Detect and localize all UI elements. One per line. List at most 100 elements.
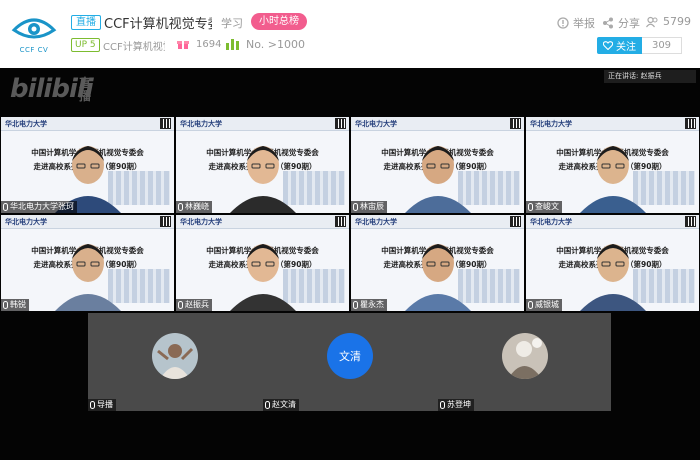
- qr-code-icon: [335, 216, 346, 227]
- gift-icon: [177, 41, 189, 49]
- slide-header: 华北电力大学: [1, 117, 174, 131]
- university-name: 华北电力大学: [355, 120, 397, 128]
- share-label: 分享: [618, 17, 640, 30]
- participant-nametag: 导播: [88, 399, 116, 411]
- participant-name: 林宙辰: [360, 202, 384, 211]
- viewer-count-value: 5799: [663, 15, 691, 28]
- slide-header: 华北电力大学: [176, 215, 349, 229]
- participant-nametag: 林巍峣: [176, 201, 212, 213]
- slide-header: 华北电力大学: [351, 117, 524, 131]
- participant-video-icon: [579, 244, 646, 311]
- university-name: 华北电力大学: [530, 218, 572, 226]
- participant-tile[interactable]: 华北电力大学中国计算机学会计算机视觉专委会走进高校系列报告会（第90期）林宙辰: [351, 117, 524, 213]
- participant-video-icon: [229, 146, 296, 213]
- participant-video-icon: [579, 146, 646, 213]
- university-name: 华北电力大学: [5, 218, 47, 226]
- share-icon: [603, 17, 613, 29]
- rank-bars-icon: [226, 39, 239, 50]
- mic-icon: [265, 401, 270, 409]
- participant-name: 苏登坤: [447, 400, 471, 409]
- mic-icon: [528, 203, 533, 211]
- slide-header: 华北电力大学: [176, 117, 349, 131]
- warning-icon: [557, 17, 569, 29]
- slide-header: 华北电力大学: [526, 215, 699, 229]
- participant-tile[interactable]: 华北电力大学中国计算机学会计算机视觉专委会走进高校系列报告会（第90期）查峻文: [526, 117, 699, 213]
- avatar: [502, 333, 548, 379]
- participant-nametag: 华北电力大学张珂: [1, 201, 77, 213]
- university-name: 华北电力大学: [5, 120, 47, 128]
- participant-tile[interactable]: 苏登坤: [438, 313, 611, 411]
- participant-tile[interactable]: 华北电力大学中国计算机学会计算机视觉专委会走进高校系列报告会（第90期）威银城: [526, 215, 699, 311]
- participant-video-icon: [54, 244, 121, 311]
- participant-nametag: 林宙辰: [351, 201, 387, 213]
- mic-icon: [440, 401, 445, 409]
- participant-tile[interactable]: 导播: [88, 313, 261, 411]
- photo-avatar-icon: [152, 333, 198, 379]
- qr-code-icon: [335, 118, 346, 129]
- participant-tile[interactable]: 华北电力大学中国计算机学会计算机视觉专委会走进高校系列报告会（第90期）瞿永杰: [351, 215, 524, 311]
- mic-icon: [353, 301, 358, 309]
- participant-video-icon: [404, 146, 471, 213]
- qr-code-icon: [160, 118, 171, 129]
- university-name: 华北电力大学: [355, 218, 397, 226]
- video-player[interactable]: bilibili 直播 正在讲话: 赵振兵 华北电力大学中国计算机学会计算机视觉…: [0, 68, 700, 460]
- participant-tile[interactable]: 华北电力大学中国计算机学会计算机视觉专委会走进高校系列报告会（第90期）林巍峣: [176, 117, 349, 213]
- slide-header: 华北电力大学: [526, 117, 699, 131]
- participant-nametag: 赵振兵: [176, 299, 212, 311]
- participant-nametag: 韩锐: [1, 299, 29, 311]
- participant-tile[interactable]: 文清 赵文清: [263, 313, 436, 411]
- gift-count: 1694: [196, 39, 222, 50]
- participant-tile[interactable]: 华北电力大学中国计算机学会计算机视觉专委会走进高校系列报告会（第90期）赵振兵: [176, 215, 349, 311]
- viewer-count: 5799: [646, 15, 691, 28]
- mic-icon: [178, 301, 183, 309]
- room-header: CCF CV 直播 CCF计算机视觉专委会 学习 小时总榜 UP 5 CCF计算…: [0, 0, 700, 68]
- follower-count: 309: [642, 37, 682, 54]
- participant-tile[interactable]: 华北电力大学中国计算机学会计算机视觉专委会走进高校系列报告会（第90期）华北电力…: [1, 117, 174, 213]
- ccf-cv-logo[interactable]: CCF CV: [8, 8, 60, 60]
- room-title: CCF计算机视觉专委会: [104, 17, 212, 32]
- participant-name: 威银城: [535, 300, 559, 309]
- share-button[interactable]: 分享: [602, 15, 640, 31]
- heart-icon: [603, 41, 613, 50]
- hour-rank-button[interactable]: 小时总榜: [251, 13, 307, 30]
- eye-logo-icon: [11, 18, 57, 39]
- up-level-badge: UP 5: [71, 38, 100, 52]
- participant-name: 韩锐: [10, 300, 26, 309]
- area-link[interactable]: 学习: [221, 15, 243, 31]
- participant-video-icon: [404, 244, 471, 311]
- photo-avatar-icon: [502, 333, 548, 379]
- slide-header: 华北电力大学: [1, 215, 174, 229]
- bottom-participant-row: 导播 文清 赵文清 苏登坤: [88, 313, 611, 411]
- report-label: 举报: [573, 17, 595, 30]
- mic-icon: [353, 203, 358, 211]
- participant-tile[interactable]: 华北电力大学中国计算机学会计算机视觉专委会走进高校系列报告会（第90期）韩锐: [1, 215, 174, 311]
- follow-label: 关注: [616, 42, 636, 53]
- university-name: 华北电力大学: [180, 218, 222, 226]
- slide-header: 华北电力大学: [351, 215, 524, 229]
- participant-name: 赵振兵: [185, 300, 209, 309]
- participant-name: 导播: [97, 400, 113, 409]
- live-area-badge[interactable]: 直播: [71, 15, 101, 30]
- qr-code-icon: [685, 118, 696, 129]
- people-icon: [646, 16, 658, 27]
- logo-text: CCF CV: [19, 46, 49, 54]
- qr-code-icon: [685, 216, 696, 227]
- avatar: [152, 333, 198, 379]
- avatar: 文清: [327, 333, 373, 379]
- participant-name: 华北电力大学张珂: [10, 202, 74, 211]
- qr-code-icon: [510, 118, 521, 129]
- participant-name: 林巍峣: [185, 202, 209, 211]
- up-name-link[interactable]: CCF计算机视觉: [103, 38, 165, 53]
- participant-nametag: 威银城: [526, 299, 562, 311]
- report-button[interactable]: 举报: [557, 15, 595, 31]
- university-name: 华北电力大学: [530, 120, 572, 128]
- participant-nametag: 赵文清: [263, 399, 299, 411]
- qr-code-icon: [160, 216, 171, 227]
- participant-name: 瞿永杰: [360, 300, 384, 309]
- mic-icon: [3, 301, 8, 309]
- mic-icon: [178, 203, 183, 211]
- follow-button[interactable]: 关注: [597, 37, 642, 54]
- qr-code-icon: [510, 216, 521, 227]
- participant-name: 查峻文: [535, 202, 559, 211]
- participant-name: 赵文清: [272, 400, 296, 409]
